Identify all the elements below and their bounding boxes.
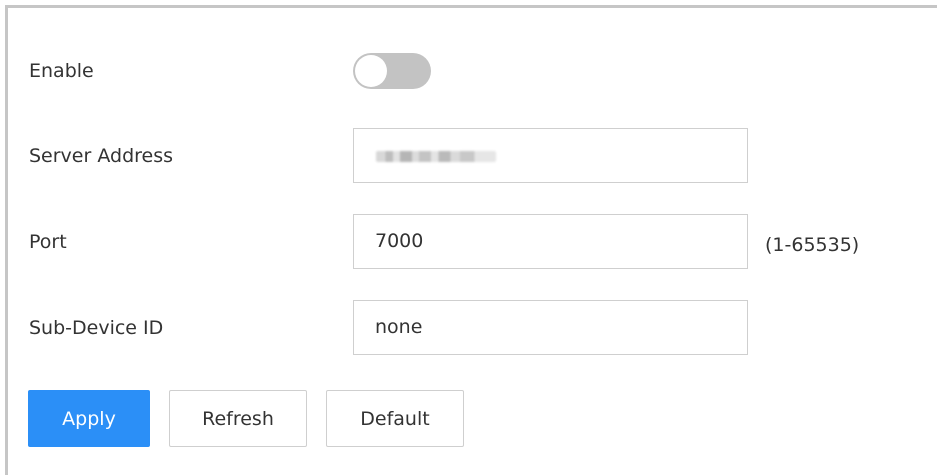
sub-device-id-value: none [375, 316, 423, 338]
server-address-label: Server Address [29, 145, 174, 167]
port-range-hint: (1-65535) [765, 234, 860, 256]
obscured-address-value [376, 151, 496, 162]
enable-toggle[interactable] [353, 53, 431, 89]
server-address-input[interactable] [353, 128, 748, 183]
apply-button[interactable]: Apply [28, 390, 150, 447]
toggle-knob [355, 55, 387, 87]
port-value: 7000 [375, 230, 424, 252]
refresh-button[interactable]: Refresh [169, 390, 307, 447]
port-input[interactable]: 7000 [353, 214, 748, 269]
enable-label: Enable [29, 60, 94, 82]
sub-device-id-label: Sub-Device ID [29, 317, 164, 339]
sub-device-id-input[interactable]: none [353, 300, 748, 355]
default-button[interactable]: Default [326, 390, 464, 447]
port-label: Port [29, 231, 67, 253]
